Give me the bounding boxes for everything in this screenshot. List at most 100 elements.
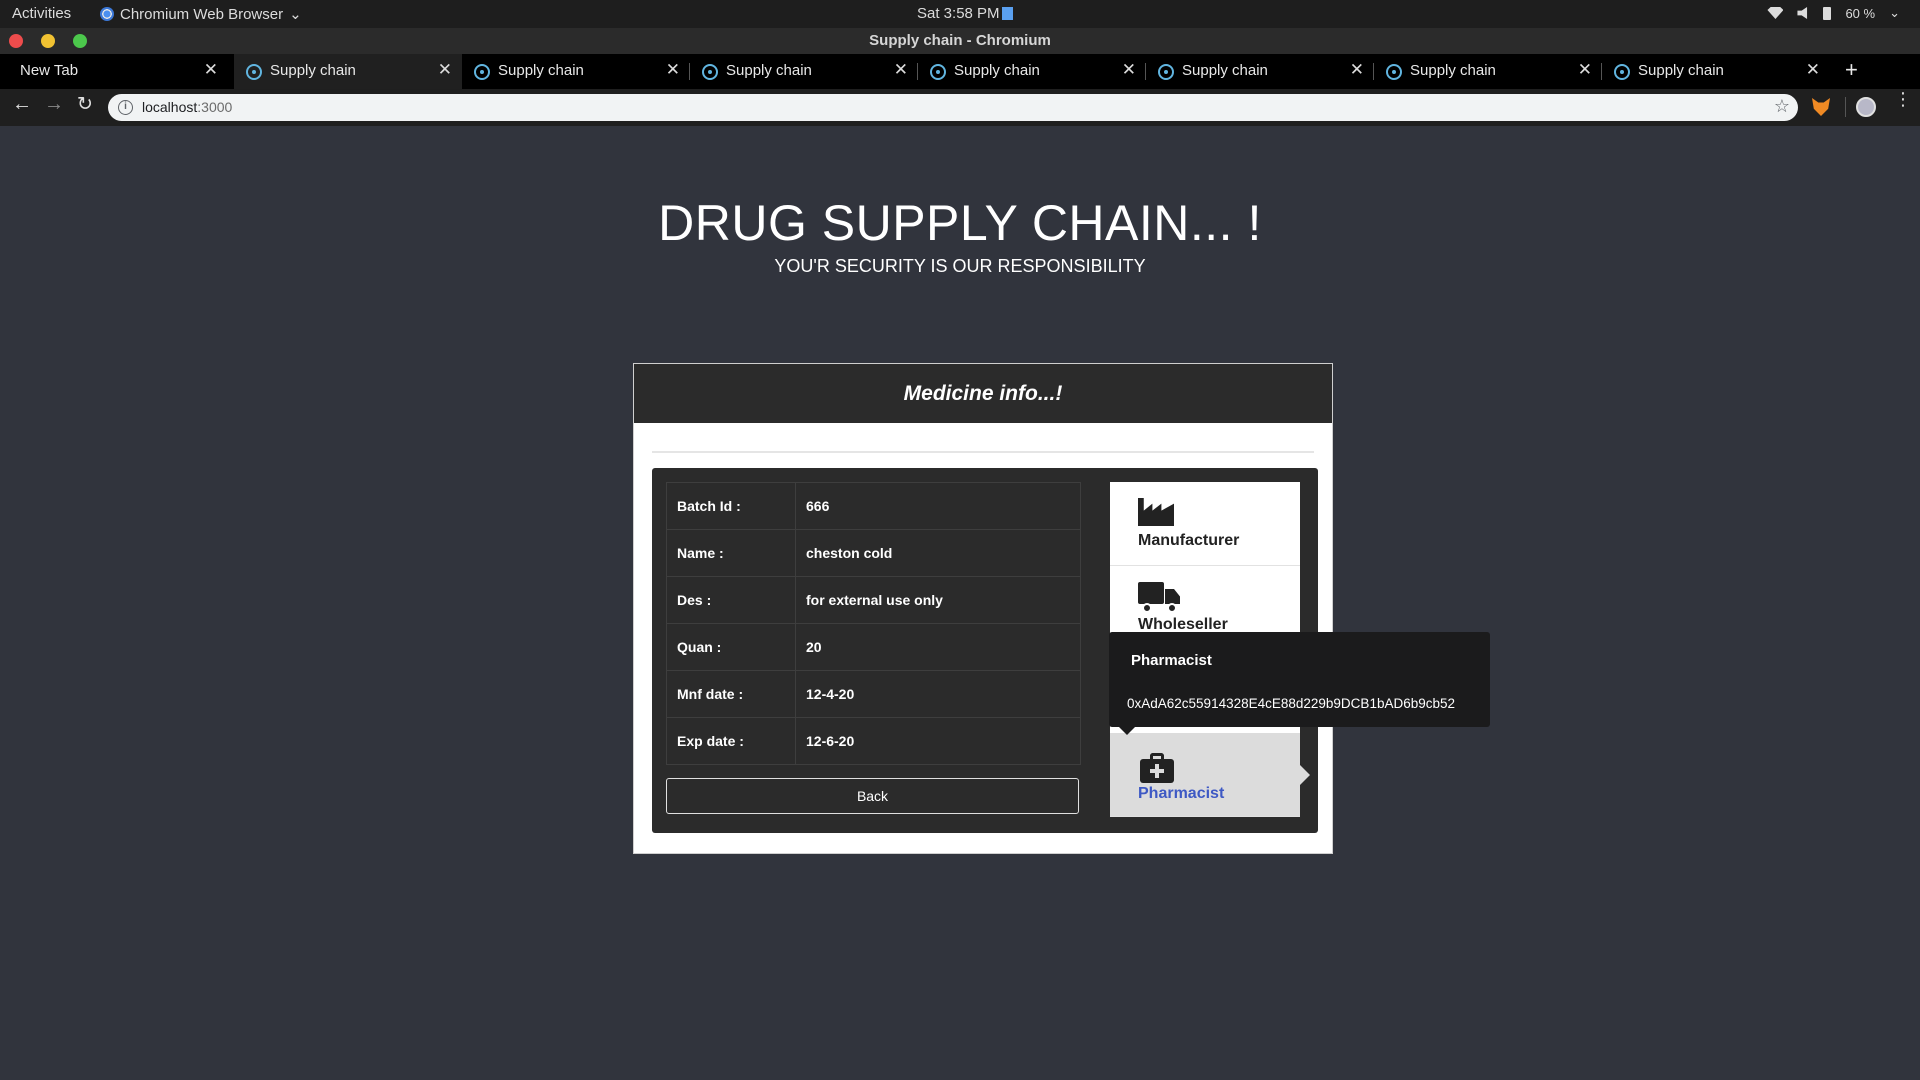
tab-supply-chain[interactable]: Supply chain ✕	[690, 54, 918, 89]
table-row: Batch Id : 666	[666, 482, 1081, 530]
tooltip-title: Pharmacist	[1131, 652, 1212, 669]
tab-supply-chain[interactable]: Supply chain ✕	[1602, 54, 1830, 89]
url-port: :3000	[197, 99, 233, 115]
table-row: Quan : 20	[666, 623, 1081, 671]
chevron-down-icon: ⌄	[289, 6, 302, 23]
close-icon[interactable]: ✕	[1350, 60, 1364, 80]
react-icon	[1158, 64, 1174, 80]
window-title-bar: Supply chain - Chromium	[0, 28, 1920, 54]
quantity-label: Quan :	[666, 623, 796, 671]
window-maximize-button[interactable]	[73, 34, 87, 48]
window-close-button[interactable]	[9, 34, 23, 48]
activities-button[interactable]: Activities	[12, 5, 71, 22]
back-button[interactable]: Back	[666, 778, 1079, 814]
name-label: Name :	[666, 529, 796, 577]
close-icon[interactable]: ✕	[666, 60, 680, 80]
close-icon[interactable]: ✕	[1578, 60, 1592, 80]
info-icon[interactable]: i	[118, 100, 133, 115]
battery-icon	[1823, 6, 1832, 20]
factory-icon	[1138, 498, 1174, 526]
react-icon	[1386, 64, 1402, 80]
mnf-date-value: 12-4-20	[795, 670, 1081, 718]
quantity-value: 20	[795, 623, 1081, 671]
clock[interactable]: Sat 3:58 PM	[917, 5, 1013, 22]
truck-wheel	[1142, 603, 1152, 613]
chevron-down-icon: ⌄	[1889, 5, 1900, 20]
tab-new-tab[interactable]: New Tab ✕	[0, 54, 228, 89]
tab-supply-chain[interactable]: Supply chain ✕	[462, 54, 690, 89]
profile-avatar[interactable]	[1856, 97, 1876, 117]
window-minimize-button[interactable]	[41, 34, 55, 48]
browser-toolbar: ← → ↻ i localhost:3000 ☆	[0, 89, 1920, 126]
card-title: Medicine info...!	[634, 364, 1332, 423]
close-icon[interactable]: ✕	[204, 60, 218, 80]
tab-label: Supply chain	[1182, 62, 1268, 79]
tab-supply-chain[interactable]: Supply chain ✕	[918, 54, 1146, 89]
volume-icon	[1797, 7, 1808, 19]
medicine-info-table: Batch Id : 666 Name : cheston cold Des :…	[666, 482, 1081, 765]
table-row: Mnf date : 12-4-20	[666, 670, 1081, 718]
chromium-icon	[100, 7, 114, 21]
toolbar-divider	[1845, 97, 1846, 117]
divider	[652, 451, 1314, 453]
os-top-bar: Activities Chromium Web Browser ⌄ Sat 3:…	[0, 0, 1920, 28]
app-name: Chromium Web Browser	[120, 5, 284, 23]
tab-label: Supply chain	[1638, 62, 1724, 79]
truck-box	[1138, 582, 1164, 604]
back-arrow-icon[interactable]: ←	[12, 93, 32, 116]
medicine-info-card: Medicine info...! Batch Id : 666 Name : …	[633, 363, 1333, 854]
page-content: DRUG SUPPLY CHAIN... ! YOU'R SECURITY IS…	[0, 126, 1920, 1080]
mnf-date-label: Mnf date :	[666, 670, 796, 718]
tab-supply-chain[interactable]: Supply chain ✕	[1146, 54, 1374, 89]
window-title: Supply chain - Chromium	[869, 32, 1051, 49]
tab-supply-chain[interactable]: Supply chain ✕	[234, 54, 462, 89]
system-tray[interactable]: 60 % ⌄	[1767, 5, 1900, 21]
react-icon	[1614, 64, 1630, 80]
step-pharmacist[interactable]: Pharmacist	[1110, 733, 1310, 817]
app-menu[interactable]: Chromium Web Browser ⌄	[100, 5, 302, 23]
table-row: Name : cheston cold	[666, 529, 1081, 577]
url-text: localhost:3000	[142, 99, 232, 115]
more-options-icon[interactable]: ⋮	[1894, 90, 1912, 108]
batch-id-label: Batch Id :	[666, 482, 796, 530]
medkit-icon	[1140, 753, 1174, 783]
truck-wheel	[1167, 603, 1177, 613]
table-row: Des : for external use only	[666, 576, 1081, 624]
close-icon[interactable]: ✕	[894, 60, 908, 80]
batch-id-value: 666	[795, 482, 1081, 530]
description-value: for external use only	[795, 576, 1081, 624]
step-manufacturer[interactable]: Manufacturer	[1110, 482, 1300, 566]
react-icon	[246, 64, 262, 80]
reload-icon[interactable]: ↻	[77, 93, 93, 116]
close-icon[interactable]: ✕	[1806, 60, 1820, 80]
address-bar[interactable]: i localhost:3000 ☆	[108, 94, 1798, 121]
medkit-cross	[1150, 769, 1164, 773]
exp-date-value: 12-6-20	[795, 717, 1081, 765]
step-label: Manufacturer	[1138, 532, 1240, 549]
clock-text: Sat 3:58 PM	[917, 5, 1000, 22]
page-title: DRUG SUPPLY CHAIN... !	[658, 195, 1262, 251]
url-host: localhost	[142, 99, 198, 115]
tab-label: Supply chain	[1410, 62, 1496, 79]
page-subtitle: YOU'R SECURITY IS OUR RESPONSIBILITY	[774, 256, 1146, 276]
exp-date-label: Exp date :	[666, 717, 796, 765]
close-icon[interactable]: ✕	[438, 60, 452, 80]
battery-percent: 60 %	[1845, 5, 1876, 21]
tooltip-address: 0xAdA62c55914328E4cE88d229b9DCB1bAD6b9cb…	[1127, 696, 1456, 711]
tab-label: Supply chain	[498, 62, 584, 79]
tab-label: Supply chain	[954, 62, 1040, 79]
new-tab-button[interactable]: +	[1845, 58, 1858, 82]
wifi-icon	[1767, 7, 1784, 19]
table-row: Exp date : 12-6-20	[666, 717, 1081, 765]
react-icon	[930, 64, 946, 80]
truck-cab	[1165, 589, 1180, 604]
react-icon	[474, 64, 490, 80]
close-icon[interactable]: ✕	[1122, 60, 1136, 80]
bookmark-star-icon[interactable]: ☆	[1774, 96, 1790, 117]
pharmacist-tooltip: Pharmacist 0xAdA62c55914328E4cE88d229b9D…	[1109, 632, 1490, 735]
document-icon	[1001, 7, 1013, 20]
tab-label: New Tab	[20, 62, 79, 79]
tab-supply-chain[interactable]: Supply chain ✕	[1374, 54, 1602, 89]
react-icon	[702, 64, 718, 80]
forward-arrow-icon[interactable]: →	[44, 93, 64, 116]
